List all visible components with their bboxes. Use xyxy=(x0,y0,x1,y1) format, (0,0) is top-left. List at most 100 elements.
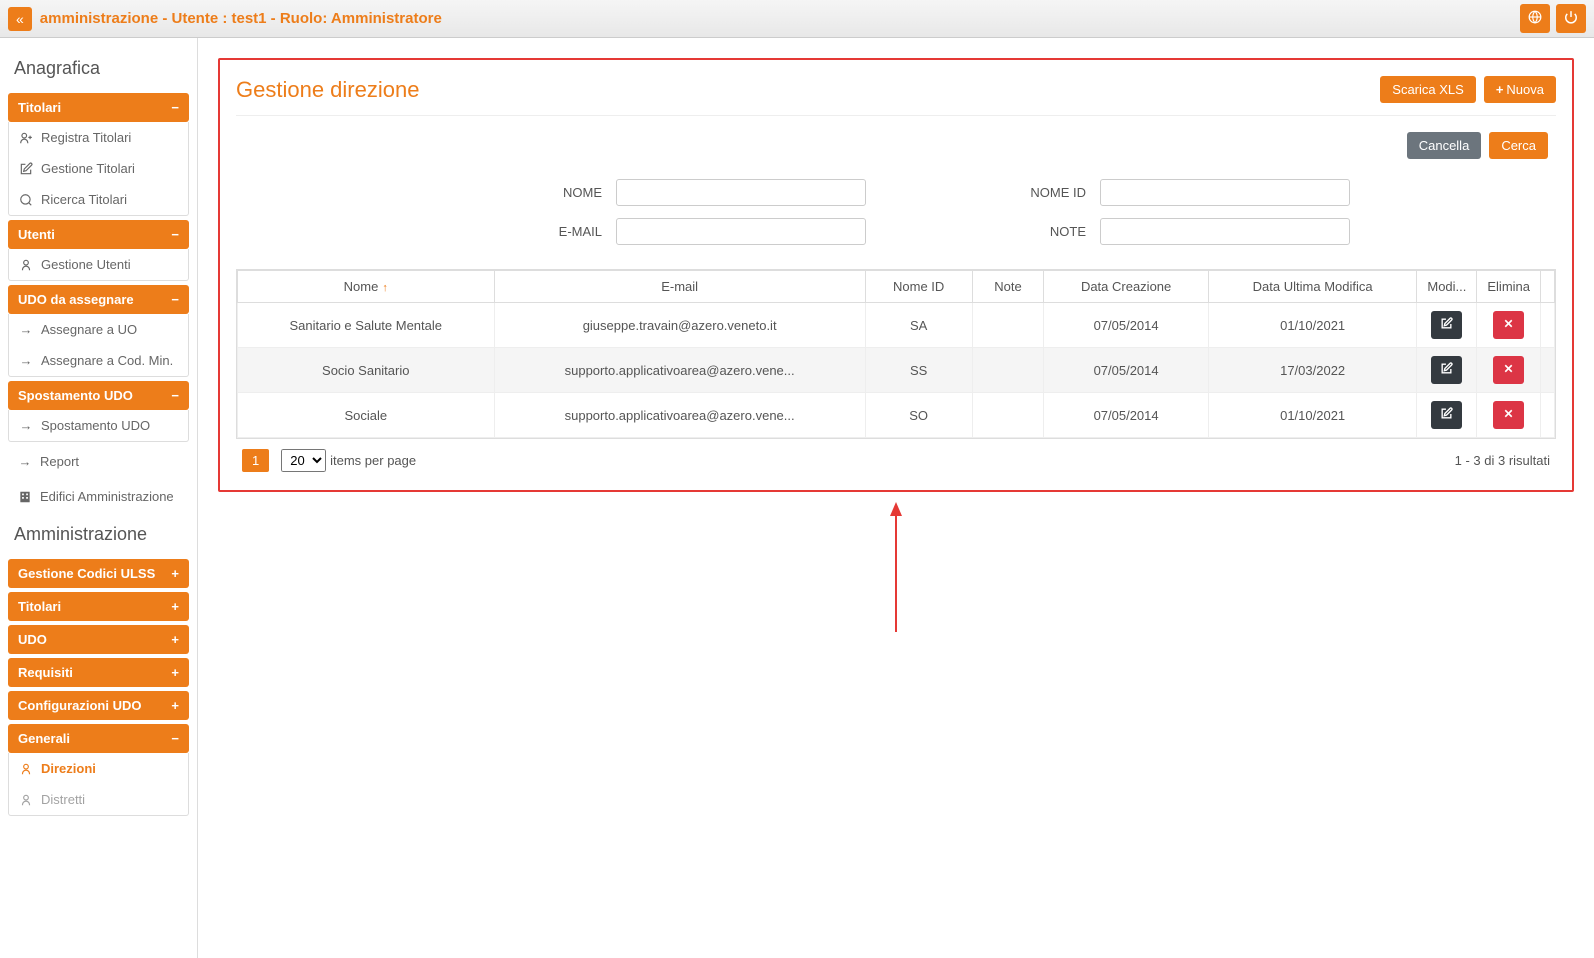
arrow-right-icon: → xyxy=(18,455,32,469)
col-modifica[interactable]: Modi... xyxy=(1417,271,1477,303)
nav-assegnare-cod-min[interactable]: → Assegnare a Cod. Min. xyxy=(9,345,188,376)
page-size-select[interactable]: 20 xyxy=(281,449,326,472)
cell-nome: Sociale xyxy=(238,393,495,438)
cancella-button[interactable]: Cancella xyxy=(1407,132,1482,159)
close-icon xyxy=(1502,318,1515,333)
nav-assegnare-uo[interactable]: → Assegnare a UO xyxy=(9,314,188,345)
building-icon xyxy=(18,490,32,504)
cell-note xyxy=(972,348,1044,393)
plus-icon: + xyxy=(171,698,179,713)
nav-spostamento-udo[interactable]: → Spostamento UDO xyxy=(9,410,188,441)
cell-nome-id: SA xyxy=(865,303,972,348)
accordion-admin-titolari[interactable]: Titolari + xyxy=(8,592,189,621)
cell-email: giuseppe.travain@azero.veneto.it xyxy=(494,303,865,348)
col-nome-id[interactable]: Nome ID xyxy=(865,271,972,303)
accordion-utenti[interactable]: Utenti − xyxy=(8,220,189,249)
plus-icon: + xyxy=(171,566,179,581)
results-info: 1 - 3 di 3 risultati xyxy=(1455,453,1550,468)
nav-gestione-utenti[interactable]: Gestione Utenti xyxy=(9,249,188,280)
cell-modified: 01/10/2021 xyxy=(1208,303,1416,348)
arrow-right-icon: → xyxy=(19,323,33,337)
scarica-xls-button[interactable]: Scarica XLS xyxy=(1380,76,1476,103)
delete-row-button[interactable] xyxy=(1493,356,1524,384)
plus-icon: + xyxy=(171,599,179,614)
plus-icon: + xyxy=(171,632,179,647)
cell-note xyxy=(972,393,1044,438)
col-created[interactable]: Data Creazione xyxy=(1044,271,1209,303)
power-icon xyxy=(1564,12,1578,27)
cell-created: 07/05/2014 xyxy=(1044,393,1209,438)
edit-icon xyxy=(1440,318,1453,333)
label-nome-id: NOME ID xyxy=(926,185,1086,200)
accordion-udo[interactable]: UDO + xyxy=(8,625,189,654)
minus-icon: − xyxy=(171,227,179,242)
user-icon xyxy=(19,793,33,807)
edit-row-button[interactable] xyxy=(1431,311,1462,339)
delete-row-button[interactable] xyxy=(1493,311,1524,339)
section-anagrafica: Anagrafica xyxy=(8,46,189,89)
sidebar: Anagrafica Titolari − Registra Titolari … xyxy=(0,38,198,958)
arrow-right-icon: → xyxy=(19,354,33,368)
accordion-udo-assegnare[interactable]: UDO da assegnare − xyxy=(8,285,189,314)
search-icon xyxy=(19,193,33,207)
col-email[interactable]: E-mail xyxy=(494,271,865,303)
cell-nome-id: SO xyxy=(865,393,972,438)
cell-email: supporto.applicativoarea@azero.vene... xyxy=(494,348,865,393)
user-icon xyxy=(19,258,33,272)
col-note[interactable]: Note xyxy=(972,271,1044,303)
cell-nome: Sanitario e Salute Mentale xyxy=(238,303,495,348)
accordion-spostamento[interactable]: Spostamento UDO − xyxy=(8,381,189,410)
globe-button[interactable] xyxy=(1520,4,1550,33)
nav-gestione-titolari[interactable]: Gestione Titolari xyxy=(9,153,188,184)
edit-icon xyxy=(1440,363,1453,378)
section-amministrazione: Amministrazione xyxy=(8,512,189,555)
label-nome: NOME xyxy=(442,185,602,200)
delete-row-button[interactable] xyxy=(1493,401,1524,429)
nuova-button[interactable]: +Nuova xyxy=(1484,76,1556,103)
main-content: Gestione direzione Scarica XLS +Nuova Ca… xyxy=(198,38,1594,958)
plus-icon: + xyxy=(1496,82,1504,97)
nav-edifici[interactable]: Edifici Amministrazione xyxy=(8,481,189,512)
nav-registra-titolari[interactable]: Registra Titolari xyxy=(9,122,188,153)
input-email[interactable] xyxy=(616,218,866,245)
cerca-button[interactable]: Cerca xyxy=(1489,132,1548,159)
accordion-titolari[interactable]: Titolari − xyxy=(8,93,189,122)
input-note[interactable] xyxy=(1100,218,1350,245)
globe-icon xyxy=(1528,12,1542,27)
nav-ricerca-titolari[interactable]: Ricerca Titolari xyxy=(9,184,188,215)
sidebar-toggle-button[interactable]: « xyxy=(8,7,32,31)
label-note: NOTE xyxy=(926,224,1086,239)
cell-modified: 17/03/2022 xyxy=(1208,348,1416,393)
content-title: Gestione direzione xyxy=(236,77,419,103)
power-button[interactable] xyxy=(1556,4,1586,33)
edit-row-button[interactable] xyxy=(1431,401,1462,429)
page-title: amministrazione - Utente : test1 - Ruolo… xyxy=(40,10,442,27)
minus-icon: − xyxy=(171,731,179,746)
input-nome-id[interactable] xyxy=(1100,179,1350,206)
scrollbar-header xyxy=(1541,271,1555,303)
input-nome[interactable] xyxy=(616,179,866,206)
edit-row-button[interactable] xyxy=(1431,356,1462,384)
col-modified[interactable]: Data Ultima Modifica xyxy=(1208,271,1416,303)
cell-created: 07/05/2014 xyxy=(1044,348,1209,393)
nav-direzioni[interactable]: Direzioni xyxy=(9,753,188,784)
accordion-gestione-codici[interactable]: Gestione Codici ULSS + xyxy=(8,559,189,588)
label-email: E-MAIL xyxy=(442,224,602,239)
cell-note xyxy=(972,303,1044,348)
col-elimina[interactable]: Elimina xyxy=(1477,271,1541,303)
nav-report[interactable]: → Report xyxy=(8,446,189,477)
annotation-arrow xyxy=(886,502,906,632)
minus-icon: − xyxy=(171,292,179,307)
user-plus-icon xyxy=(19,131,33,145)
col-nome[interactable]: Nome↑ xyxy=(238,271,495,303)
edit-icon xyxy=(19,162,33,176)
cell-created: 07/05/2014 xyxy=(1044,303,1209,348)
accordion-configurazioni-udo[interactable]: Configurazioni UDO + xyxy=(8,691,189,720)
cell-nome: Socio Sanitario xyxy=(238,348,495,393)
nav-distretti[interactable]: Distretti xyxy=(9,784,188,815)
page-current[interactable]: 1 xyxy=(242,449,269,472)
minus-icon: − xyxy=(171,388,179,403)
accordion-generali[interactable]: Generali − xyxy=(8,724,189,753)
accordion-requisiti[interactable]: Requisiti + xyxy=(8,658,189,687)
cell-modified: 01/10/2021 xyxy=(1208,393,1416,438)
